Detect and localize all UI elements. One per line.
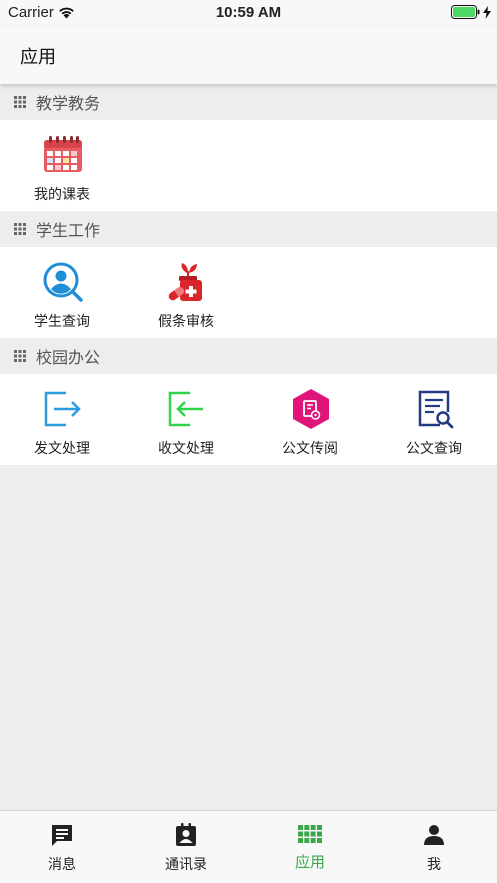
app-tile-label: 发文处理 — [34, 441, 90, 457]
tab-messages[interactable]: 消息 — [0, 811, 124, 883]
app-tile-circulate-document[interactable]: 公文传阅 — [248, 374, 372, 465]
tab-apps[interactable]: 应用 — [248, 811, 372, 883]
app-tile-receive-document[interactable]: 收文处理 — [124, 374, 248, 465]
document-search-icon — [418, 390, 454, 429]
person-icon — [424, 825, 444, 845]
section-body-student-work: 学生查询 假条审核 — [0, 247, 497, 338]
tab-bar: 消息 通讯录 应用 我 — [0, 810, 497, 883]
apps-grid-icon — [298, 825, 322, 843]
app-tile-label: 收文处理 — [158, 441, 214, 457]
app-tile-label: 公文传阅 — [282, 441, 338, 457]
page-title: 应用 — [20, 47, 56, 68]
app-tile-label: 公文查询 — [406, 441, 462, 457]
document-send-icon — [44, 391, 81, 427]
navigation-bar: 应用 — [0, 26, 497, 84]
section-title: 校园办公 — [36, 348, 101, 367]
section-title: 教学教务 — [36, 94, 101, 113]
section-header-campus-office: 校园办公 — [0, 338, 497, 374]
app-tile-my-schedule[interactable]: 我的课表 — [0, 120, 124, 211]
grid-icon — [14, 350, 26, 362]
person-search-icon — [43, 262, 83, 302]
tab-label: 消息 — [48, 857, 76, 873]
app-tile-label: 假条审核 — [158, 314, 214, 330]
tab-label: 我 — [427, 857, 441, 873]
status-time: 10:59 AM — [215, 4, 282, 21]
section-header-student-work: 学生工作 — [0, 211, 497, 247]
message-icon — [52, 825, 72, 846]
app-tile-label: 学生查询 — [34, 314, 90, 330]
app-tile-send-document[interactable]: 发文处理 — [0, 374, 124, 465]
tab-label: 应用 — [294, 853, 325, 871]
app-tile-label: 我的课表 — [34, 187, 90, 203]
battery-indicator — [451, 5, 491, 19]
app-tile-leave-approval[interactable]: 假条审核 — [124, 247, 248, 338]
tab-label: 通讯录 — [165, 857, 207, 873]
charging-icon — [483, 5, 491, 19]
grid-icon — [14, 96, 26, 108]
status-bar: Carrier 10:59 AM — [0, 0, 497, 26]
medicine-plant-icon — [168, 263, 202, 301]
tab-contacts[interactable]: 通讯录 — [124, 811, 248, 883]
section-body-teaching: 我的课表 — [0, 120, 497, 211]
app-tile-query-document[interactable]: 公文查询 — [372, 374, 496, 465]
section-header-teaching: 教学教务 — [0, 84, 497, 120]
tab-me[interactable]: 我 — [372, 811, 496, 883]
section-body-campus-office: 发文处理 收文处理 公文传阅 公文查询 — [0, 374, 497, 465]
calendar-icon — [44, 136, 82, 172]
document-circulate-icon — [293, 389, 329, 429]
section-title: 学生工作 — [36, 221, 101, 240]
grid-icon — [14, 223, 26, 235]
battery-icon — [451, 5, 480, 19]
app-tile-student-query[interactable]: 学生查询 — [0, 247, 124, 338]
contacts-icon — [176, 823, 196, 846]
document-receive-icon — [168, 391, 203, 427]
